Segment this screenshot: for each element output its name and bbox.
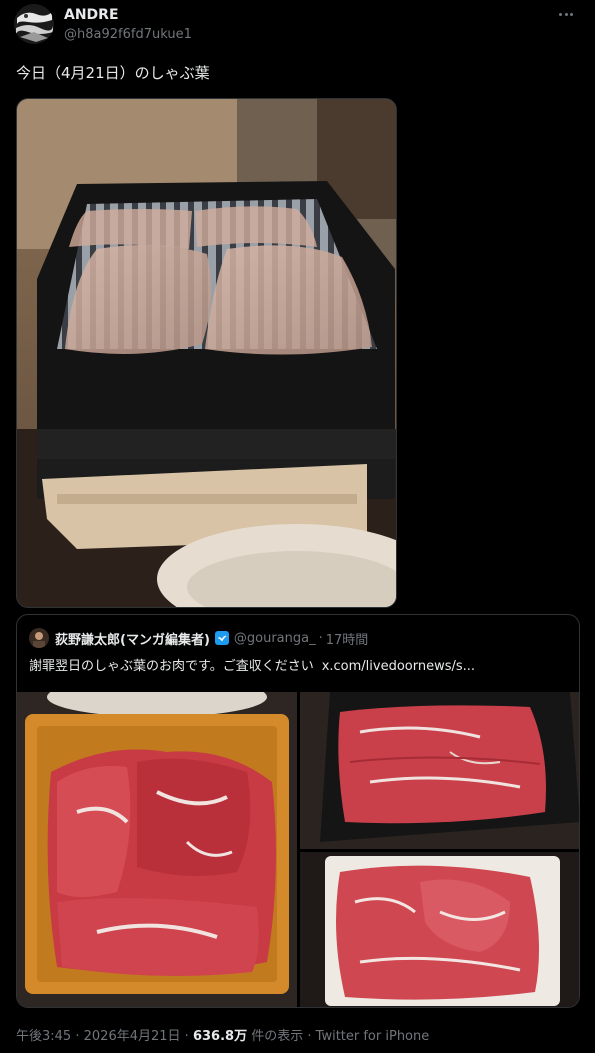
quoted-tweet-text: 謝罪翌日のしゃぶ葉のお肉です。ご査収ください x.com/livedoornews… [29,657,569,677]
tweet-header: ANDRE @h8a92f6fd7ukue1 [14,4,581,48]
more-options-button[interactable] [551,4,581,24]
tweet-text: 今日（4月21日）のしゃぶ葉 [16,64,210,82]
quoted-author-handle[interactable]: @gouranga_ [234,631,316,646]
author-handle[interactable]: @h8a92f6fd7ukue1 [64,26,484,44]
views-count: 636.8万 [192,1029,248,1044]
more-horizontal-icon-dot [569,12,573,16]
author-display-name[interactable]: ANDRE [64,6,484,24]
quoted-author-name[interactable]: 荻野謙太郎(マンガ編集者) [55,629,210,648]
tweet-photo[interactable] [16,98,397,608]
verified-badge-icon [214,630,230,646]
more-horizontal-icon-dot [564,12,568,16]
quoted-tweet-link[interactable]: x.com/livedoornews/s... [322,659,475,674]
quoted-tweet-body: 謝罪翌日のしゃぶ葉のお肉です。ご査収ください [29,659,314,674]
quoted-tweet-header: 荻野謙太郎(マンガ編集者) @gouranga_ · 17時間 [29,627,569,649]
post-source[interactable]: Twitter for iPhone [316,1029,430,1044]
quoted-photo-3[interactable] [300,852,579,1007]
separator-dot: · [75,1029,80,1044]
author-name-block: ANDRE @h8a92f6fd7ukue1 [64,6,484,44]
separator-dot: · [184,1029,189,1044]
more-horizontal-icon [559,12,563,16]
quoted-photo-2[interactable] [300,692,579,849]
separator-dot: · [307,1029,312,1044]
quoted-tweet-time[interactable]: 17時間 [326,629,369,648]
separator-dot: · [318,630,323,646]
quoted-author-avatar[interactable] [29,628,49,648]
views-label: 件の表示 [251,1029,304,1044]
quoted-photo-1[interactable] [17,692,297,1007]
post-time[interactable]: 午後3:45 [16,1029,71,1044]
post-date[interactable]: 2026年4月21日 [84,1029,181,1044]
author-avatar[interactable] [14,4,54,44]
quoted-tweet[interactable]: 荻野謙太郎(マンガ編集者) @gouranga_ · 17時間 謝罪翌日のしゃぶ… [16,614,580,1008]
photo-sliced-pork-in-black-tray [17,99,396,607]
tweet-meta-footer: 午後3:45 · 2026年4月21日 · 636.8万 件の表示 · Twit… [16,1027,581,1047]
